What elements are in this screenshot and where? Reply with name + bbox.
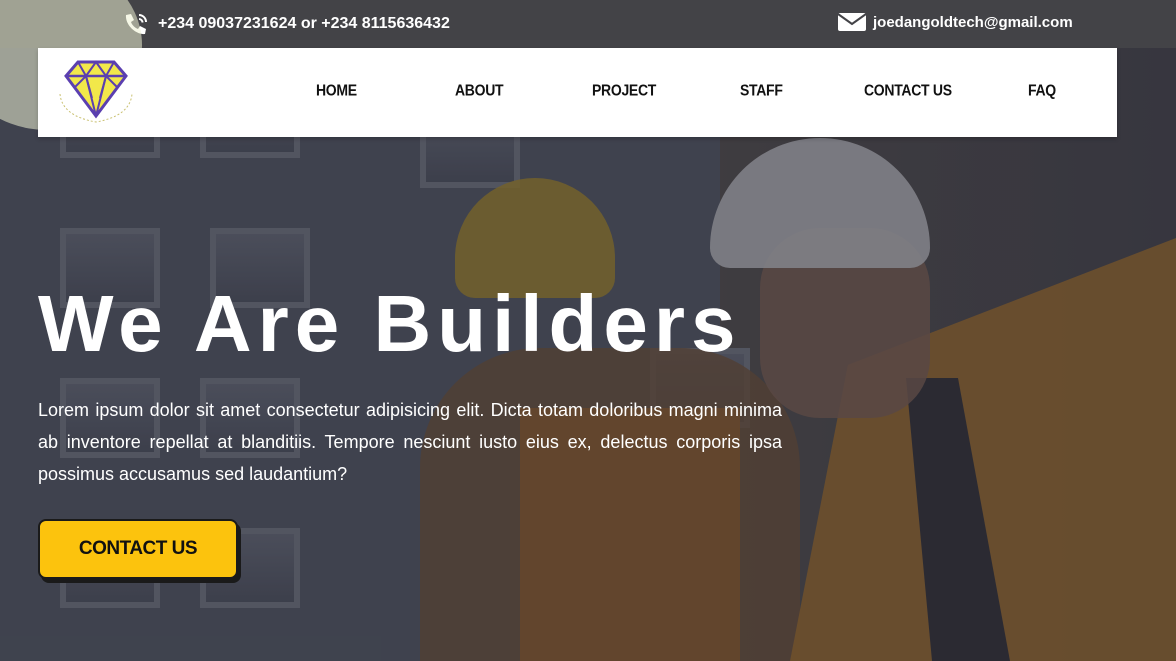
nav-item-about[interactable]: ABOUT <box>455 81 504 99</box>
hero-description: Lorem ipsum dolor sit amet consectetur a… <box>38 400 782 484</box>
top-contact-bar: +234 09037231624 or +234 8115636432 joed… <box>0 0 1176 48</box>
phone-numbers: +234 09037231624 or +234 8115636432 <box>158 15 450 32</box>
diamond-logo-icon[interactable] <box>56 54 136 124</box>
phone-contact[interactable]: +234 09037231624 or +234 8115636432 <box>122 12 450 36</box>
nav-item-staff[interactable]: STAFF <box>740 81 783 99</box>
email-contact[interactable]: joedangoldtech@gmail.com <box>837 12 1073 32</box>
hero-title: We Are Builders <box>38 279 742 368</box>
contact-us-button[interactable]: CONTACT US <box>38 519 238 579</box>
nav-item-project[interactable]: PROJECT <box>592 81 656 99</box>
email-address: joedangoldtech@gmail.com <box>873 13 1073 31</box>
main-navbar: HOME ABOUT PROJECT STAFF CONTACT US FAQ <box>38 48 1117 137</box>
nav-item-home[interactable]: HOME <box>316 81 357 99</box>
nav-item-contact-us[interactable]: CONTACT US <box>864 81 952 99</box>
nav-item-faq[interactable]: FAQ <box>1028 81 1056 99</box>
envelope-icon <box>837 12 867 32</box>
